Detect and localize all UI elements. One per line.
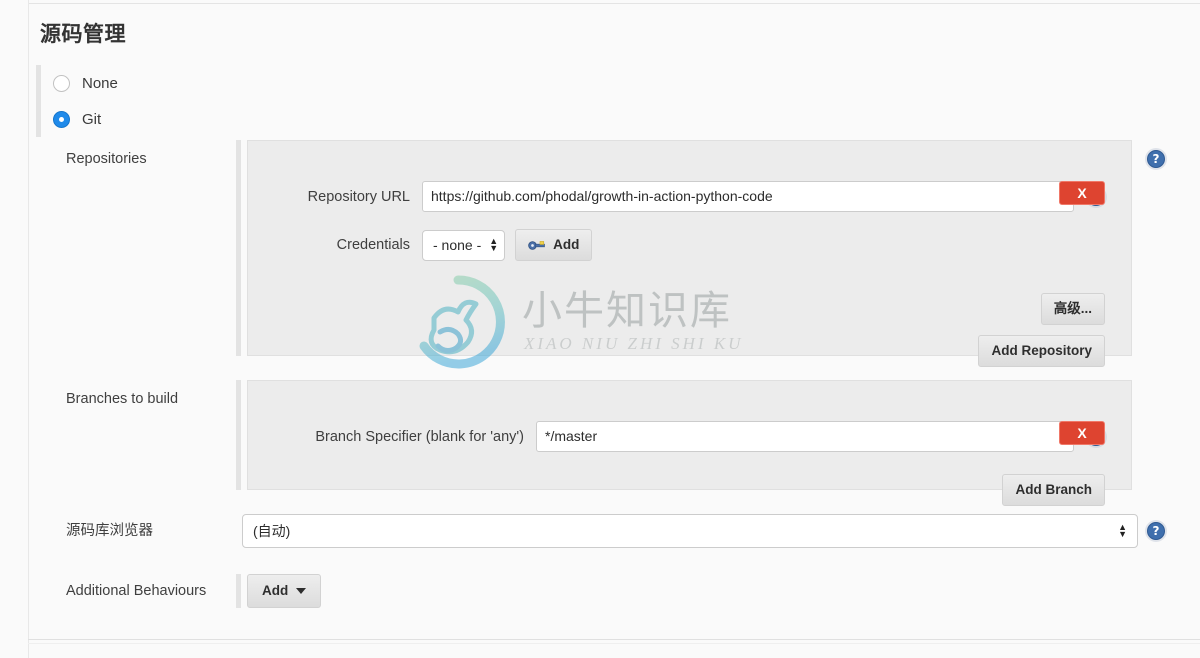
repositories-row: Repositories X Repository URL https://gi… [36,140,1176,367]
add-branch-button[interactable]: Add Branch [1002,474,1105,506]
scm-option-git-label: Git [82,110,102,128]
branch-specifier-field-row: Branch Specifier (blank for 'any') */mas… [260,421,1105,452]
add-credentials-button[interactable]: Add [515,229,593,261]
repository-url-field-row: Repository URL https://github.com/phodal… [260,181,1105,212]
repository-browser-row-label: 源码库浏览器 [66,522,153,539]
branch-panel-actions: Add Branch [260,464,1105,506]
branches-row: Branches to build X Branch Specifier (bl… [36,380,1176,506]
bottom-divider [28,639,1200,640]
additional-behaviours-row: Additional Behaviours Add [36,574,1176,608]
credentials-select-value: - none - [433,237,482,253]
repository-url-input[interactable]: https://github.com/phodal/growth-in-acti… [422,181,1074,212]
repository-panel: X Repository URL https://github.com/phod… [247,140,1132,367]
repositories-row-body: X Repository URL https://github.com/phod… [236,140,1132,367]
scm-radio-group: None Git [36,65,1166,137]
repository-panel-inner: X Repository URL https://github.com/phod… [260,181,1105,367]
additional-behaviours-row-body: Add [236,574,1138,608]
radio-git-icon[interactable] [53,110,70,128]
add-behaviour-button[interactable]: Add [247,574,322,608]
credentials-spinner-icon: ▲ ▼ [489,236,499,253]
repositories-row-label: Repositories [66,151,147,167]
credentials-select[interactable]: - none - ▲ ▼ [422,229,506,261]
scm-radio-block: None Git [36,65,1166,137]
repository-browser-value: (自动) [253,523,291,539]
scm-option-git[interactable]: Git [47,101,1166,137]
delete-repository-button[interactable]: X [1059,181,1105,205]
branch-specifier-input[interactable]: */master [536,421,1074,452]
branch-panel-inner: X Branch Specifier (blank for 'any') */m… [260,421,1105,506]
repository-url-label: Repository URL [307,188,410,205]
delete-branch-button[interactable]: X [1059,421,1105,445]
bottom-divider-secondary [28,643,1200,644]
branches-row-label: Branches to build [66,391,179,407]
left-divider [28,0,29,658]
repository-browser-help-icon[interactable]: ? [1147,522,1165,540]
scm-configuration-page: 源码管理 None Git Repositories X Repository … [0,0,1200,658]
repository-browser-spinner-icon: ▲ ▼ [1118,522,1127,539]
top-divider [28,3,1200,4]
page-title: 源码管理 [40,23,126,46]
scm-option-none-label: None [82,74,118,92]
chevron-down-icon [296,588,307,594]
add-repository-button[interactable]: Add Repository [978,335,1105,367]
key-icon [528,240,545,250]
add-credentials-label: Add [553,237,580,252]
additional-behaviours-row-label: Additional Behaviours [66,582,207,599]
radio-none-icon[interactable] [53,74,70,92]
scm-form-area: Repositories X Repository URL https://gi… [36,140,1176,608]
add-behaviour-label: Add [262,583,289,598]
branches-row-body: X Branch Specifier (blank for 'any') */m… [236,380,1132,506]
repository-browser-row: 源码库浏览器 (自动) ▲ ▼ ? [36,514,1176,548]
credentials-label: Credentials [336,237,410,253]
credentials-field-row: Credentials - none - ▲ ▼ Add [260,229,1105,261]
branch-panel: X Branch Specifier (blank for 'any') */m… [247,380,1132,506]
repositories-row-help-icon[interactable]: ? [1147,150,1165,168]
repository-panel-actions: 高级... Add Repository [260,283,1105,367]
branch-specifier-label: Branch Specifier (blank for 'any') [315,428,524,445]
advanced-button[interactable]: 高级... [1040,293,1105,325]
repository-browser-select[interactable]: (自动) ▲ ▼ [242,514,1138,548]
repository-browser-row-body: (自动) ▲ ▼ [236,514,1138,548]
scm-option-none[interactable]: None [47,65,1166,101]
